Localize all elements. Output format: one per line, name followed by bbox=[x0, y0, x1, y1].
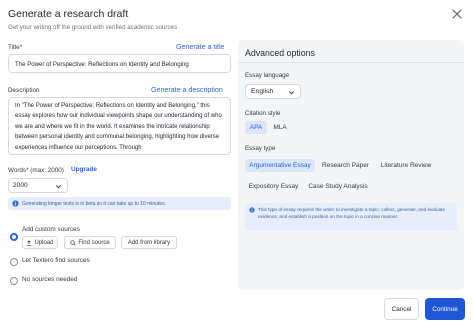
continue-button[interactable]: Continue bbox=[425, 298, 465, 320]
citation-option-apa[interactable]: APA bbox=[245, 121, 267, 134]
dialog-header: Generate a research draft Get your writi… bbox=[8, 6, 466, 36]
dialog-title: Generate a research draft bbox=[8, 8, 129, 20]
essay-type-research-paper[interactable]: Research Paper bbox=[318, 159, 373, 172]
essay-type-note: This type of essay requires the writer t… bbox=[245, 203, 457, 231]
essay-type-note-text: This type of essay requires the writer t… bbox=[258, 207, 446, 219]
find-source-button[interactable]: Find source bbox=[64, 236, 116, 249]
radio-label-add-custom-sources: Add custom sources bbox=[22, 226, 80, 233]
close-icon[interactable] bbox=[451, 8, 463, 20]
essay-type-argumentative[interactable]: Argumentative Essay bbox=[245, 159, 315, 172]
advanced-options-title: Advanced options bbox=[245, 48, 315, 58]
words-value: 2000 bbox=[13, 182, 28, 189]
upload-button[interactable]: Upload bbox=[22, 236, 58, 249]
radio-label-let-textero-find-sources: Let Textero find sources bbox=[22, 257, 90, 264]
description-label: Description bbox=[8, 87, 40, 94]
radio-no-sources-needed[interactable] bbox=[10, 277, 18, 285]
generate-description-link[interactable]: Generate a description bbox=[151, 86, 223, 94]
upload-icon bbox=[27, 239, 32, 246]
description-text: In "The Power of Perspective: Reflection… bbox=[15, 103, 222, 151]
title-input[interactable]: The Power of Perspective: Reflections on… bbox=[8, 54, 231, 73]
upgrade-link[interactable]: Upgrade bbox=[71, 166, 97, 173]
dialog-subtitle: Get your writing off the ground with ver… bbox=[8, 24, 178, 31]
words-label: Words* (max: 2000) bbox=[8, 167, 64, 174]
cancel-button[interactable]: Cancel bbox=[384, 298, 419, 320]
radio-let-textero-find-sources[interactable] bbox=[10, 258, 18, 266]
description-textarea[interactable]: In "The Power of Perspective: Reflection… bbox=[8, 97, 231, 155]
title-label: Title* bbox=[8, 44, 23, 51]
info-banner: Generating longer texts is in beta so it… bbox=[8, 197, 231, 210]
essay-language-label: Essay language bbox=[245, 72, 290, 79]
upload-label: Upload bbox=[34, 239, 54, 246]
add-from-library-label: Add from library bbox=[127, 239, 171, 246]
citation-style-label: Citation style bbox=[245, 110, 281, 117]
essay-language-value: English bbox=[251, 88, 274, 95]
advanced-options-panel: Advanced options Essay language English … bbox=[238, 40, 464, 290]
chevron-down-icon bbox=[55, 185, 62, 189]
essay-language-select[interactable]: English bbox=[245, 84, 301, 99]
essay-type-label: Essay type bbox=[245, 145, 276, 152]
essay-type-literature-review[interactable]: Literature Review bbox=[376, 159, 436, 172]
add-from-library-button[interactable]: Add from library bbox=[121, 236, 177, 249]
radio-label-no-sources-needed: No sources needed bbox=[22, 276, 78, 283]
generate-title-link[interactable]: Generate a title bbox=[176, 43, 225, 51]
info-icon bbox=[249, 207, 255, 213]
chevron-down-icon bbox=[288, 91, 295, 95]
radio-add-custom-sources[interactable] bbox=[10, 233, 18, 241]
info-icon bbox=[12, 200, 19, 207]
panel-divider bbox=[238, 62, 464, 63]
essay-type-expository[interactable]: Expository Essay bbox=[245, 180, 302, 193]
citation-option-mla[interactable]: MLA bbox=[269, 121, 291, 134]
search-icon bbox=[70, 239, 76, 246]
essay-type-case-study[interactable]: Case Study Analysis bbox=[305, 180, 371, 193]
words-select[interactable]: 2000 bbox=[8, 178, 68, 193]
info-text: Generating longer texts is in beta so it… bbox=[22, 200, 166, 207]
find-source-label: Find source bbox=[78, 239, 110, 246]
